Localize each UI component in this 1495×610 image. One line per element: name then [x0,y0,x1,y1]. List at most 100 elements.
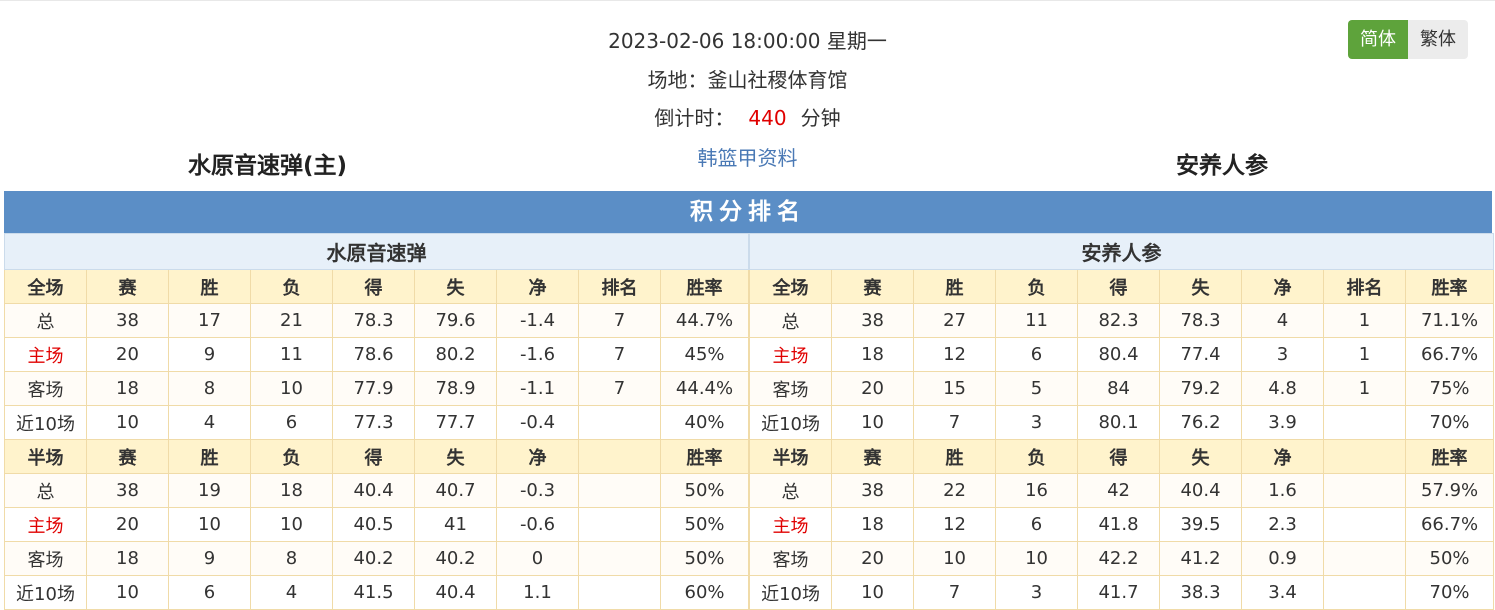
column-header: 胜 [913,439,997,474]
row-label: 总 [749,473,833,508]
stat-cell: -1.4 [496,303,579,338]
row-label: 客场 [4,541,87,576]
column-header: 净 [1241,269,1325,304]
stat-cell: 18 [250,473,333,508]
column-header: 净 [496,439,579,474]
table-row: 近10场 10 4 6 77.3 77.7 -0.4 40% [4,405,750,440]
column-header: 失 [414,269,497,304]
stat-cell: 19 [168,473,251,508]
stat-cell: 42.2 [1077,541,1161,576]
row-label: 主场 [749,337,833,372]
stat-cell: 40.2 [414,541,497,576]
stat-cell: 41 [414,507,497,542]
stat-cell: 10 [831,405,915,440]
stat-cell: 71.1% [1405,303,1495,338]
row-label: 客场 [4,371,87,406]
stat-cell: -1.6 [496,337,579,372]
home-half-header-row: 半场赛胜负得失净 胜率 [4,439,750,474]
stat-cell: 21 [250,303,333,338]
stat-cell: 38 [86,473,169,508]
stat-cell: 0 [496,541,579,576]
countdown-value: 440 [748,106,787,130]
stat-cell: 80.2 [414,337,497,372]
away-standings-table: 安养人参 全场赛胜负得失净排名 胜率总 38 27 11 82.3 78.3 4 1 71.1% 主… [749,233,1495,610]
stat-cell: 40.4 [414,575,497,610]
column-header: 赛 [86,439,169,474]
stat-cell: 3 [995,575,1079,610]
stat-cell: 4 [1241,303,1325,338]
stat-cell: 50% [1405,541,1495,576]
stat-cell: 18 [831,337,915,372]
row-label: 近10场 [4,405,87,440]
stat-cell: 38 [831,303,915,338]
stat-cell: -0.4 [496,405,579,440]
stat-cell [1323,473,1407,508]
column-header: 净 [1241,439,1325,474]
stat-cell: 6 [995,507,1079,542]
stat-cell: 66.7% [1405,337,1495,372]
stat-cell: 42 [1077,473,1161,508]
stat-cell: 10 [831,575,915,610]
traditional-chinese-button[interactable]: 繁体 [1408,20,1468,59]
stat-cell: 9 [168,337,251,372]
simplified-chinese-button[interactable]: 简体 [1348,20,1408,59]
stat-cell: 79.2 [1159,371,1243,406]
stat-cell: 78.3 [1159,303,1243,338]
stat-cell: 40.7 [414,473,497,508]
stat-cell: 8 [168,371,251,406]
column-header: 负 [995,269,1079,304]
column-header: 排名 [578,269,661,304]
stat-cell: 77.3 [332,405,415,440]
stat-cell: 40.2 [332,541,415,576]
column-header: 胜率 [659,269,750,304]
stat-cell: 0.9 [1241,541,1325,576]
away-team-name[interactable]: 安养人参 [1176,146,1268,180]
row-label: 主场 [4,507,87,542]
stat-cell: 77.7 [414,405,497,440]
stat-cell: -0.6 [496,507,579,542]
stat-cell: 82.3 [1077,303,1161,338]
column-header: 赛 [86,269,169,304]
stat-cell: 40.4 [1159,473,1243,508]
stat-cell: 6 [250,405,333,440]
stat-cell: 1 [1323,303,1407,338]
table-row: 客场 18 8 10 77.9 78.9 -1.1 7 44.4% [4,371,750,406]
stat-cell: 10 [913,541,997,576]
stat-cell: 6 [995,337,1079,372]
column-header: 胜率 [659,439,750,474]
stat-cell: 41.7 [1077,575,1161,610]
stat-cell: 10 [250,371,333,406]
countdown: 倒计时： 440 分钟 [0,102,1495,131]
stat-cell: 3.9 [1241,405,1325,440]
stat-cell: 7 [913,405,997,440]
stat-cell [1323,507,1407,542]
home-standings-table: 水原音速弹 全场赛胜负得失净排名 胜率总 38 17 21 78.3 79.6 -1.4 7 44… [3,233,750,610]
stat-cell: 1 [1323,371,1407,406]
table-row: 主场 18 12 6 80.4 77.4 3 1 66.7% [749,337,1495,372]
column-header: 失 [1159,439,1243,474]
stat-cell: 50% [659,473,750,508]
stat-cell: 1 [1323,337,1407,372]
home-full-header-row: 全场赛胜负得失净排名 胜率 [4,269,750,304]
stat-cell: 38 [831,473,915,508]
column-header: 负 [250,439,333,474]
column-header: 半场 [4,439,87,474]
table-row: 主场 18 12 6 41.8 39.5 2.3 66.7% [749,507,1495,542]
stat-cell: 1.1 [496,575,579,610]
stat-cell: 75% [1405,371,1495,406]
stat-cell: 38.3 [1159,575,1243,610]
stat-cell: 20 [831,371,915,406]
stat-cell [1323,405,1407,440]
stat-cell [1323,541,1407,576]
stat-cell: 45% [659,337,750,372]
stat-cell: -0.3 [496,473,579,508]
stat-cell: 70% [1405,405,1495,440]
home-team-name[interactable]: 水原音速弹(主) [188,146,347,180]
stat-cell: 10 [250,507,333,542]
stat-cell: -1.1 [496,371,579,406]
stat-cell: 12 [913,337,997,372]
standings-tables: 水原音速弹 全场赛胜负得失净排名 胜率总 38 17 21 78.3 79.6 -1.4 7 44… [3,233,1495,610]
stat-cell: 10 [86,575,169,610]
stat-cell: 17 [168,303,251,338]
column-header: 半场 [749,439,833,474]
